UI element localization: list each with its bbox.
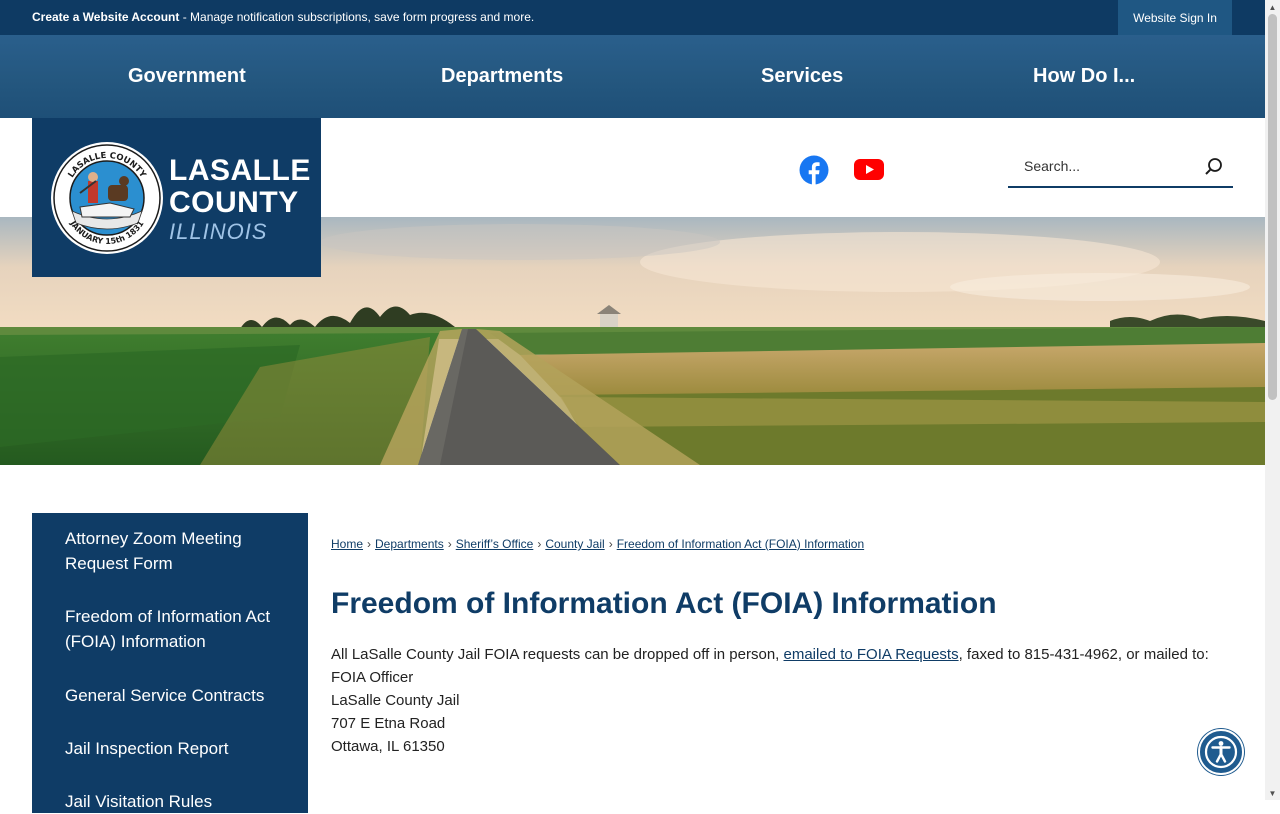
create-account-link[interactable]: Create a Website Account [32, 10, 179, 24]
account-message-text: - Manage notification subscriptions, sav… [179, 10, 535, 24]
breadcrumb-departments[interactable]: Departments [375, 537, 444, 551]
main-navigation: Government Departments Services How Do I… [0, 35, 1265, 118]
accessibility-button[interactable] [1198, 729, 1244, 775]
scroll-down-arrow-icon[interactable]: ▼ [1265, 786, 1280, 800]
facebook-icon [799, 155, 829, 185]
sidebar-item-foia[interactable]: Freedom of Information Act (FOIA) Inform… [65, 604, 280, 654]
county-seal-icon: LASALLE COUNTY JANUARY 15th 1831 [51, 142, 163, 254]
nav-item-services[interactable]: Services [761, 35, 843, 118]
logo-text-county: COUNTY [169, 186, 299, 219]
accessibility-icon [1204, 735, 1238, 769]
address-line: LaSalle County Jail [331, 692, 460, 709]
breadcrumb-home[interactable]: Home [331, 537, 363, 551]
county-logo[interactable]: LASALLE COUNTY JANUARY 15th 1831 LASALLE… [32, 118, 321, 277]
breadcrumb-county-jail[interactable]: County Jail [545, 537, 604, 551]
nav-item-departments[interactable]: Departments [441, 35, 563, 118]
sidebar-item-attorney-zoom[interactable]: Attorney Zoom Meeting Request Form [65, 526, 280, 576]
scrollbar-thumb[interactable] [1268, 14, 1277, 400]
scroll-up-arrow-icon[interactable]: ▲ [1265, 0, 1280, 14]
nav-item-how-do-i[interactable]: How Do I... [1033, 35, 1135, 118]
search-input[interactable] [1022, 157, 1196, 175]
logo-text-illinois: ILLINOIS [169, 219, 268, 244]
youtube-icon [854, 159, 884, 180]
breadcrumb-current-page[interactable]: Freedom of Information Act (FOIA) Inform… [617, 537, 864, 551]
facebook-link[interactable] [799, 155, 829, 190]
address-line: Ottawa, IL 61350 [331, 738, 445, 755]
sidebar-menu: Attorney Zoom Meeting Request Form Freed… [32, 513, 308, 813]
site-search [1008, 150, 1233, 188]
youtube-link[interactable] [854, 159, 884, 186]
top-utility-bar: Create a Website Account - Manage notifi… [0, 0, 1265, 35]
search-icon[interactable] [1204, 157, 1224, 177]
website-sign-in-button[interactable]: Website Sign In [1118, 0, 1232, 35]
intro-paragraph: All LaSalle County Jail FOIA requests ca… [331, 646, 1209, 663]
page-body: All LaSalle County Jail FOIA requests ca… [331, 643, 1209, 758]
sidebar-item-general-service-contracts[interactable]: General Service Contracts [65, 683, 280, 708]
page-title: Freedom of Information Act (FOIA) Inform… [331, 587, 997, 620]
address-line: FOIA Officer [331, 669, 414, 686]
account-message: Create a Website Account - Manage notifi… [32, 10, 534, 24]
sidebar-item-jail-visitation-rules[interactable]: Jail Visitation Rules [65, 789, 280, 814]
nav-item-government[interactable]: Government [128, 35, 246, 118]
breadcrumb: Home › Departments › Sheriff’s Office › County… [331, 537, 865, 551]
foia-email-link[interactable]: emailed to FOIA Requests [784, 646, 959, 663]
sidebar-item-jail-inspection-report[interactable]: Jail Inspection Report [65, 736, 280, 761]
address-line: 707 E Etna Road [331, 715, 446, 732]
breadcrumb-sheriffs-office[interactable]: Sheriff’s Office [456, 537, 534, 551]
logo-text-lasalle: LASALLE [169, 154, 311, 187]
page-scrollbar[interactable]: ▲ ▼ [1265, 0, 1280, 800]
